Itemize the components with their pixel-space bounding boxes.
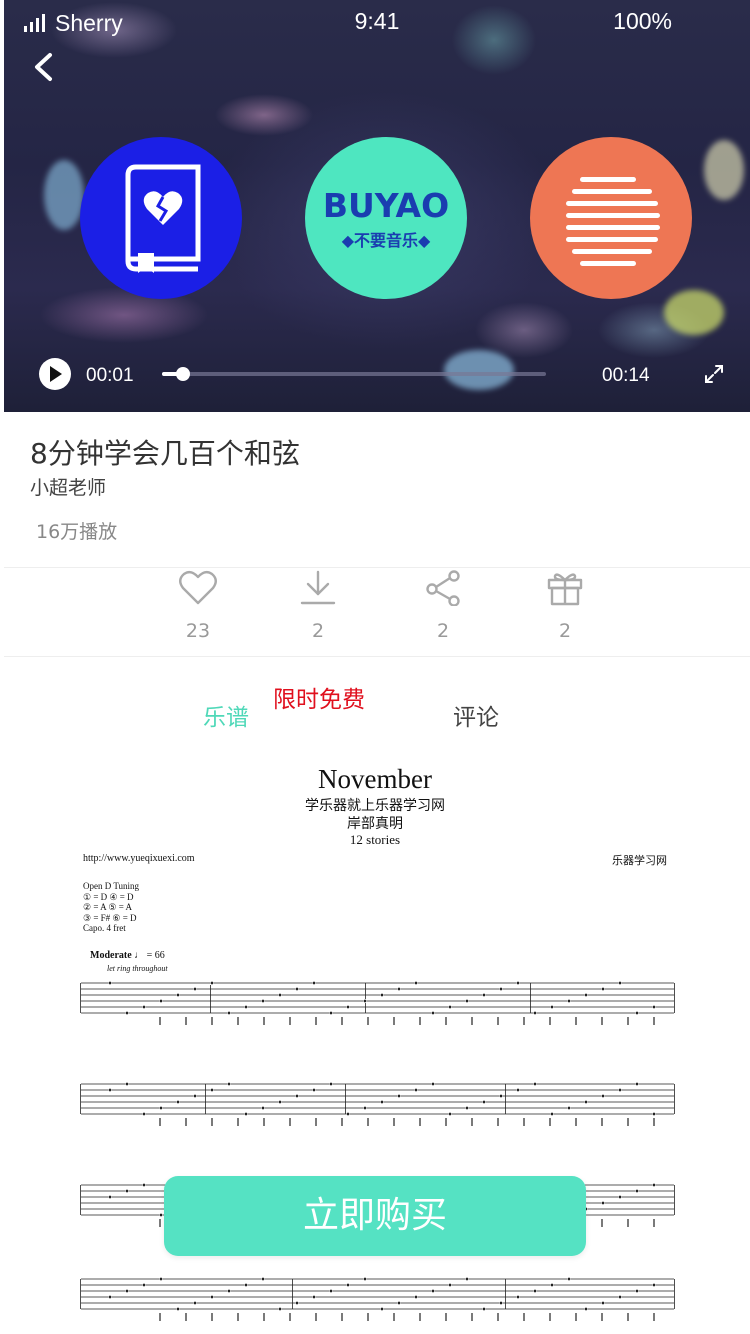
fullscreen-icon[interactable] [704,364,724,384]
logo-sub-text: ◆不要音乐◆ [342,231,431,250]
limited-free-badge: 限时免费 [273,687,365,713]
video-player[interactable]: Sherry 9:41 100% BUYAO ◆不要音乐◆ 00:01 00:1… [4,0,750,412]
tuning-line: ① = D ④ = D [83,891,134,902]
back-arrow-icon[interactable] [28,50,62,84]
tuning-line: ③ = F# ⑥ = D [83,912,137,923]
player-controls: 00:01 00:14 [4,355,750,395]
download-count: 2 [311,620,325,642]
background-fish [44,160,84,230]
divider [4,656,750,657]
status-bar: Sherry 9:41 100% [4,0,750,40]
sheet-url: http://www.yueqixuexi.com [83,853,195,864]
tab-staff [80,1082,675,1126]
let-ring-text: let ring throughout [107,964,168,973]
download-icon [300,570,336,605]
gift-icon [547,573,583,606]
tab-score[interactable]: 乐谱 [203,698,249,732]
divider [4,567,750,568]
buy-now-button[interactable]: 立即购买 [164,1176,586,1256]
tab-comments[interactable]: 评论 [453,698,499,732]
video-title: 8分钟学会几百个和弦 [30,437,300,470]
tuning-line: Open D Tuning [83,881,140,891]
logo-main-text: BUYAO [323,186,449,225]
tempo-value: ♩ = 66 [134,950,165,961]
battery-level: 100% [613,8,672,34]
play-icon [50,366,62,382]
tab-staff [80,981,675,1025]
background-fish [704,140,744,200]
play-count: 16万播放 [36,521,118,543]
like-count: 23 [185,620,211,642]
sheet-album: 12 stories [349,832,401,847]
progress-knob[interactable] [176,367,191,381]
channel-sound-lines[interactable] [530,137,692,299]
tuning-line: Capo. 4 fret [83,923,126,933]
play-button[interactable] [39,358,71,390]
channel-heartbreak-book[interactable] [80,137,242,299]
tuning-info: Open D Tuning ① = D ④ = D ② = A ⑤ = A ③ … [83,881,139,934]
share-button[interactable]: 2 [413,570,473,642]
progress-track[interactable] [162,367,546,381]
sheet-composer: 岸部真明 [347,817,403,832]
tuning-line: ② = A ⑤ = A [83,902,133,912]
share-icon [426,570,460,606]
current-time: 00:01 [86,365,134,386]
gift-button[interactable]: 2 [535,570,595,642]
sheet-title: November [318,764,432,794]
tempo-marking: Moderate ♩ = 66 [90,950,165,961]
sheet-subtitle: 学乐器就上乐器学习网 [305,799,445,814]
download-button[interactable]: 2 [288,570,348,642]
tab-staff [80,1277,675,1321]
channel-buyao[interactable]: BUYAO ◆不要音乐◆ [305,137,467,299]
total-time: 00:14 [602,365,650,386]
action-bar: 23 2 2 2 [0,570,750,650]
share-count: 2 [436,620,450,642]
heart-icon [179,570,217,605]
like-button[interactable]: 23 [168,570,228,642]
video-author[interactable]: 小超老师 [30,473,106,500]
buyao-music-logo: BUYAO ◆不要音乐◆ [323,186,449,250]
sheet-site: 乐器学习网 [612,855,667,867]
heartbreak-book-icon [125,164,201,273]
tempo-label: Moderate [90,950,132,961]
sound-lines-icon [566,177,660,266]
gift-count: 2 [558,620,572,642]
